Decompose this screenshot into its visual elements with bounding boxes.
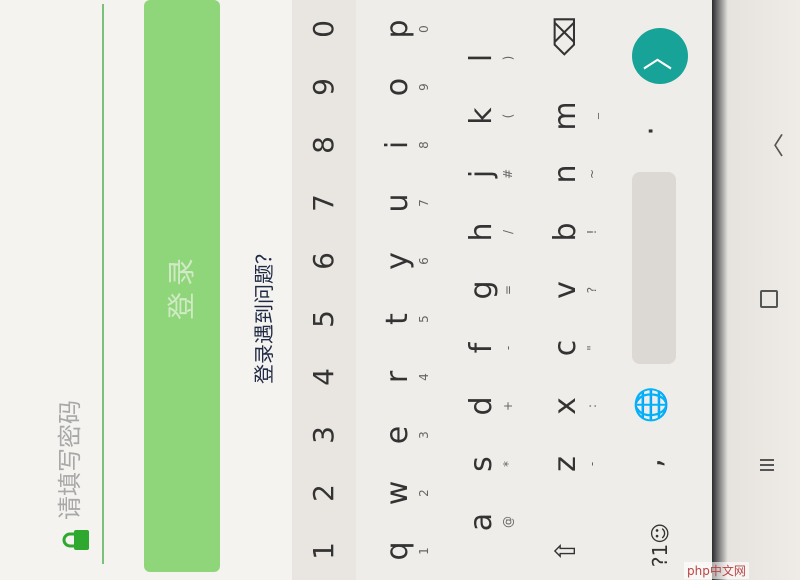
login-form: 请填写密码 登录 登录遇到问题？ [0,0,292,580]
backspace-key[interactable]: ⌫ [546,7,602,65]
key-y[interactable]: y6 [378,232,434,290]
key-p[interactable]: p0 [378,0,434,58]
key-5[interactable]: 5 [296,290,352,348]
watermark: php中文网 [684,562,749,579]
key-f[interactable]: f- [462,319,518,377]
number-row: 1 2 3 4 5 6 7 8 9 0 [296,0,352,580]
recent-icon-line [760,459,774,461]
key-9[interactable]: 9 [296,58,352,116]
password-underline [102,4,104,564]
key-m[interactable]: m _ [546,87,602,145]
symbols-key[interactable]: ?1☺ [632,510,688,580]
key-o[interactable]: o9 [378,58,434,116]
key-q[interactable]: q1 [378,522,434,580]
lock-icon [62,530,89,550]
login-button[interactable]: 登录 [144,0,220,572]
key-l[interactable]: l) [462,29,518,87]
key-t[interactable]: t5 [378,290,434,348]
key-7[interactable]: 7 [296,174,352,232]
key-n[interactable]: n ~ [546,145,602,203]
key-c[interactable]: c " [546,319,602,377]
nav-home-button[interactable] [760,290,778,308]
key-g[interactable]: g = [462,261,518,319]
key-3[interactable]: 3 [296,406,352,464]
letter-row-2: a @ s * d + f- g = h / j # k( l) [462,0,518,580]
key-1[interactable]: 1 [296,522,352,580]
rotated-content: 请填写密码 登录 登录遇到问题？ 1 2 3 4 5 6 7 8 9 0 q1 [0,0,712,580]
key-x[interactable]: x: [546,377,602,435]
bottom-row: ?1☺ , 🌐 · 〉 [632,0,688,580]
period-key[interactable]: · [632,102,688,160]
key-d[interactable]: d + [462,377,518,435]
space-key[interactable] [632,172,676,364]
key-r[interactable]: r4 [378,348,434,406]
key-v[interactable]: v? [546,261,602,319]
key-6[interactable]: 6 [296,232,352,290]
nav-back-button[interactable]: 〈 [760,126,784,161]
key-0[interactable]: 0 [296,0,352,58]
key-j[interactable]: j # [462,145,518,203]
key-e[interactable]: e3 [378,406,434,464]
recent-icon-line [760,469,774,471]
keyboard: 1 2 3 4 5 6 7 8 9 0 q1 w2 e3 r4 t5 y6 u7… [292,0,712,580]
key-8[interactable]: 8 [296,116,352,174]
key-z[interactable]: z- [546,435,602,493]
login-help-link[interactable]: 登录遇到问题？ [248,244,277,384]
letter-row-1: q1 w2 e3 r4 t5 y6 u7 i8 o9 p0 [378,0,434,580]
key-4[interactable]: 4 [296,348,352,406]
key-i[interactable]: i8 [378,116,434,174]
phone-screen: 请填写密码 登录 登录遇到问题？ 1 2 3 4 5 6 7 8 9 0 q1 [0,0,712,580]
comma-key[interactable]: , [632,434,688,492]
key-k[interactable]: k( [462,87,518,145]
recent-icon-line [760,464,774,466]
language-key[interactable]: 🌐 [632,376,688,434]
navigation-bar [712,0,800,580]
key-u[interactable]: u7 [378,174,434,232]
globe-icon: 🌐 [634,386,669,424]
chevron-right-icon: 〉 [642,41,677,71]
key-w[interactable]: w2 [378,464,434,522]
key-s[interactable]: s * [462,435,518,493]
key-b[interactable]: b! [546,203,602,261]
password-input[interactable]: 请填写密码 [50,120,90,520]
key-a[interactable]: a @ [462,493,518,551]
letter-row-3: ⇧ z- x: c " v? b! n ~ m _ ⌫ [546,0,602,580]
nav-recent-button[interactable] [760,456,774,474]
enter-key[interactable]: 〉 [632,28,688,84]
key-2[interactable]: 2 [296,464,352,522]
shift-key[interactable]: ⇧ [546,522,602,580]
password-row[interactable]: 请填写密码 [40,4,104,580]
key-h[interactable]: h / [462,203,518,261]
